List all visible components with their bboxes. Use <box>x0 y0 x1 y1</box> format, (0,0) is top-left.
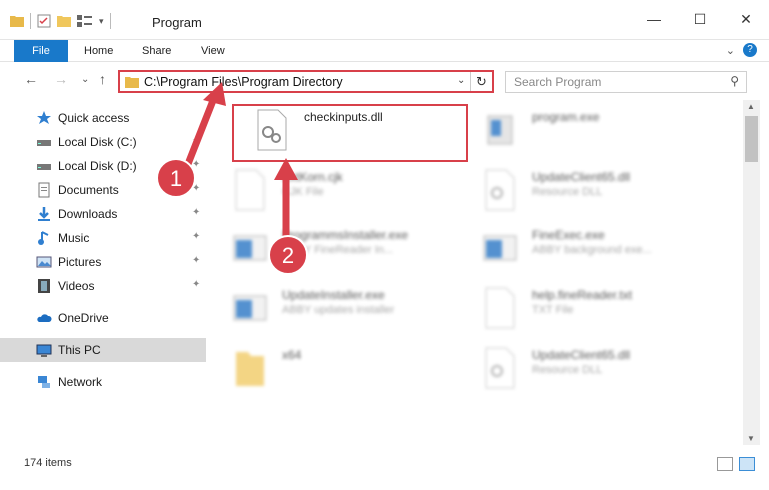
arrow-1-icon <box>184 82 226 166</box>
step-2-number: 2 <box>282 243 294 268</box>
step-1-number: 1 <box>170 166 182 191</box>
arrow-2-icon <box>274 158 298 238</box>
annotation-overlay: 1 2 <box>156 82 308 275</box>
